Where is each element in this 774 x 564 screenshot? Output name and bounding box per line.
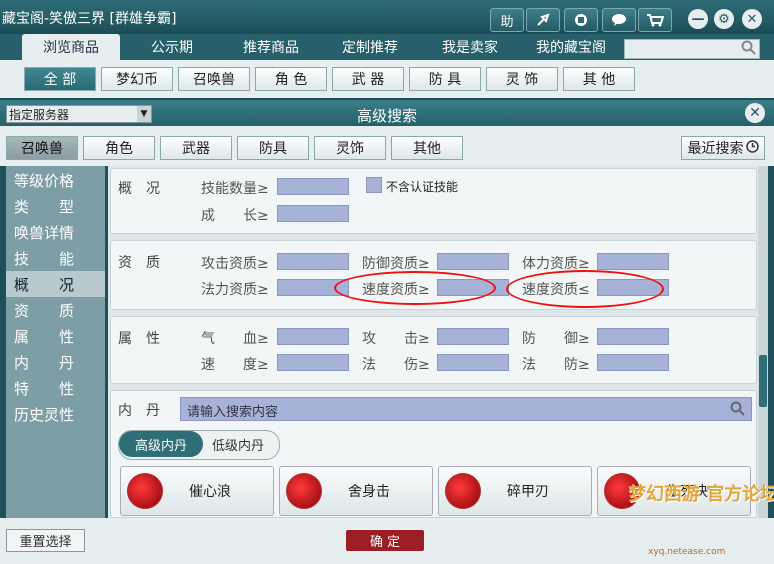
hp-input[interactable] <box>277 328 349 345</box>
search-icon[interactable] <box>740 39 758 57</box>
tab-recommend[interactable]: 推荐商品 <box>222 34 320 60</box>
neidan-search-placeholder: 请输入搜索内容 <box>187 405 279 420</box>
nav-overview[interactable]: 概 况 <box>6 271 105 297</box>
hp-label: 气 血≥ <box>201 331 269 347</box>
clock-icon <box>745 139 759 157</box>
close-icon[interactable]: ✕ <box>745 103 765 123</box>
help-button[interactable]: 助 <box>490 8 524 32</box>
growth-input[interactable] <box>277 205 349 222</box>
neidan-skill-icon <box>445 473 481 509</box>
category-accessory[interactable]: 灵 饰 <box>486 67 558 91</box>
category-other[interactable]: 其 他 <box>563 67 635 91</box>
server-select-label: 指定服务器 <box>9 108 70 122</box>
neidan-skill-icon <box>127 473 163 509</box>
red-annotation-circle <box>506 270 664 308</box>
nav-neidan[interactable]: 内 丹 <box>6 349 105 375</box>
scrollbar[interactable] <box>758 166 768 518</box>
growth-label: 成 长≥ <box>201 208 269 224</box>
speed-label: 速 度≥ <box>201 357 269 373</box>
minimize-icon[interactable]: — <box>688 9 708 29</box>
nav-type[interactable]: 类 型 <box>6 193 105 219</box>
red-annotation-circle <box>334 271 496 305</box>
stop-icon[interactable] <box>564 8 598 32</box>
low-neidan-tab[interactable]: 低级内丹 <box>203 431 273 457</box>
attack-label: 攻 击≥ <box>362 331 430 347</box>
attack-aptitude-input[interactable] <box>277 253 349 270</box>
watermark-logo: 梦幻西游 官方论坛 <box>628 484 774 505</box>
subtab-armor[interactable]: 防具 <box>237 136 309 160</box>
reset-button[interactable]: 重置选择 <box>6 529 85 552</box>
speed-input[interactable] <box>277 354 349 371</box>
defense-aptitude-label: 防御资质≥ <box>362 256 430 272</box>
magic-damage-input[interactable] <box>437 354 509 371</box>
attributes-section-label: 属 性 <box>118 331 160 347</box>
not-certified-checkbox[interactable] <box>366 177 382 193</box>
nav-level-price[interactable]: 等级价格 <box>6 167 105 193</box>
category-weapon[interactable]: 武 器 <box>332 67 404 91</box>
recent-search-button[interactable]: 最近搜索 <box>681 136 765 160</box>
high-neidan-tab[interactable]: 高级内丹 <box>119 431 203 457</box>
tab-browse[interactable]: 浏览商品 <box>22 34 120 60</box>
subtab-summon[interactable]: 召唤兽 <box>6 136 78 160</box>
defense-label: 防 御≥ <box>522 331 590 347</box>
magic-damage-label: 法 伤≥ <box>362 357 430 373</box>
tab-custom[interactable]: 定制推荐 <box>322 34 418 60</box>
subtab-other[interactable]: 其他 <box>391 136 463 160</box>
skill-count-input[interactable] <box>277 178 349 195</box>
nav-summon-detail[interactable]: 唤兽详情 <box>6 219 105 245</box>
chevron-down-icon: ▼ <box>137 106 151 122</box>
defense-input[interactable] <box>597 328 669 345</box>
share-icon[interactable] <box>526 8 560 32</box>
neidan-section-label: 内 丹 <box>118 403 160 419</box>
neidan-skill-icon <box>286 473 322 509</box>
settings-icon[interactable]: ⚙ <box>714 9 734 29</box>
skill-count-label: 技能数量≥ <box>201 181 269 197</box>
neidan-item-label: 舍身击 <box>348 484 390 500</box>
nav-attributes[interactable]: 属 性 <box>6 323 105 349</box>
category-role[interactable]: 角 色 <box>255 67 327 91</box>
neidan-item[interactable]: 舍身击 <box>279 466 433 516</box>
category-summon[interactable]: 召唤兽 <box>178 67 250 91</box>
close-icon[interactable]: ✕ <box>742 9 762 29</box>
magic-defense-input[interactable] <box>597 354 669 371</box>
nav-trait[interactable]: 特 性 <box>6 375 105 401</box>
neidan-item[interactable]: 碎甲刃 <box>438 466 592 516</box>
aptitude-section-label: 资 质 <box>118 255 160 271</box>
nav-skill[interactable]: 技 能 <box>6 245 105 271</box>
tab-my-cbg[interactable]: 我的藏宝阁 <box>522 34 620 60</box>
server-select[interactable]: 指定服务器 ▼ <box>6 105 152 123</box>
overview-section-label: 概 况 <box>118 181 160 197</box>
defense-aptitude-input[interactable] <box>437 253 509 270</box>
neidan-item-label: 催心浪 <box>189 484 231 500</box>
magic-defense-label: 法 防≥ <box>522 357 590 373</box>
category-all[interactable]: 全 部 <box>24 67 96 91</box>
watermark-url: xyq.netease.com <box>648 547 726 557</box>
stamina-aptitude-input[interactable] <box>597 253 669 270</box>
nav-history-spirit[interactable]: 历史灵性 <box>6 401 105 427</box>
neidan-item[interactable]: 催心浪 <box>120 466 274 516</box>
recent-search-label: 最近搜索 <box>687 141 744 157</box>
neidan-item-label: 碎甲刃 <box>507 484 549 500</box>
subtab-weapon[interactable]: 武器 <box>160 136 232 160</box>
subtab-accessory[interactable]: 灵饰 <box>314 136 386 160</box>
window-title: 藏宝阁-笑傲三界 [群雄争霸] <box>2 11 177 27</box>
subtab-role[interactable]: 角色 <box>83 136 155 160</box>
neidan-search-input[interactable]: 请输入搜索内容 <box>180 397 752 421</box>
tab-seller[interactable]: 我是卖家 <box>420 34 520 60</box>
category-currency[interactable]: 梦幻币 <box>101 67 173 91</box>
magic-aptitude-label: 法力资质≥ <box>201 282 269 298</box>
confirm-button[interactable]: 确 定 <box>346 530 424 551</box>
nav-aptitude[interactable]: 资 质 <box>6 297 105 323</box>
tab-public[interactable]: 公示期 <box>124 34 220 60</box>
cart-icon[interactable] <box>638 8 672 32</box>
search-icon[interactable] <box>729 400 747 422</box>
scrollbar-thumb[interactable] <box>759 355 767 407</box>
not-certified-label: 不含认证技能 <box>386 180 459 194</box>
attack-aptitude-label: 攻击资质≥ <box>201 256 269 272</box>
category-armor[interactable]: 防 具 <box>409 67 481 91</box>
chat-icon[interactable] <box>602 8 636 32</box>
attack-input[interactable] <box>437 328 509 345</box>
